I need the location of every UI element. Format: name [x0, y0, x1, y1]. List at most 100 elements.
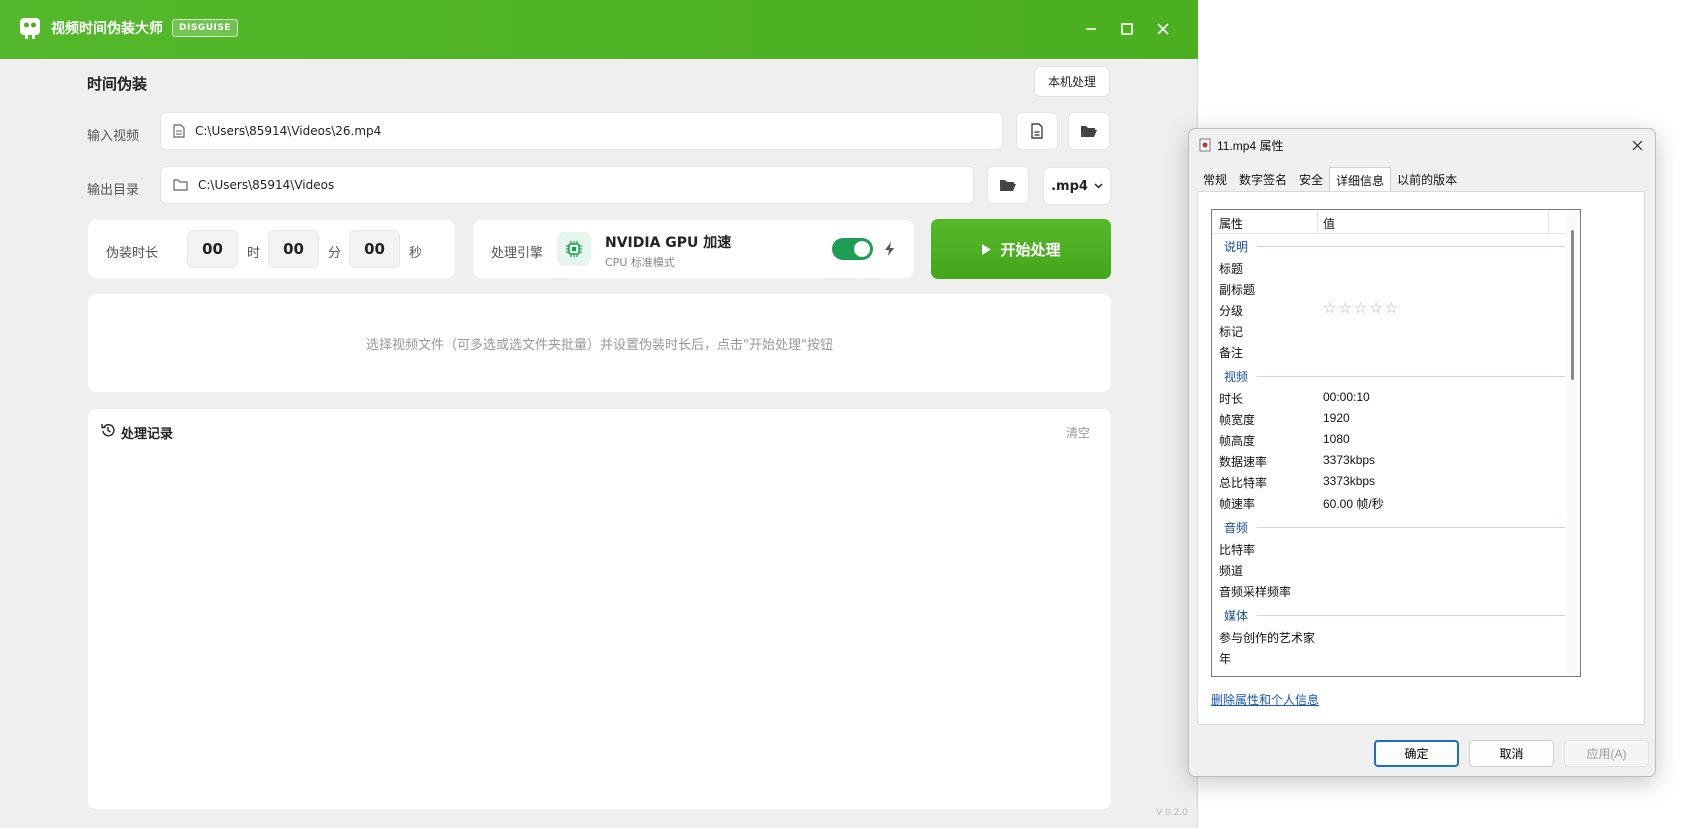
disguise-badge: DISGUISE	[172, 19, 238, 37]
apply-button[interactable]: 应用(A)	[1564, 740, 1649, 767]
tab-general[interactable]: 常规	[1197, 167, 1233, 191]
col-divider	[1548, 210, 1549, 234]
prop-name: 比特率	[1219, 543, 1256, 557]
version-label: V 0.2.0	[1156, 808, 1188, 818]
prop-name: 帧速率	[1219, 497, 1256, 511]
engine-name: NVIDIA GPU 加速	[605, 235, 732, 251]
prop-name: 频道	[1219, 564, 1244, 578]
col-divider	[1317, 210, 1318, 234]
maximize-icon	[1121, 23, 1133, 35]
group-line	[1257, 615, 1565, 616]
prop-value: 3373kbps	[1323, 474, 1376, 488]
group-video: 视频	[1224, 370, 1249, 384]
select-output-folder-button[interactable]	[987, 166, 1029, 204]
input-video-field[interactable]: C:\Users\85914\Videos\26.mp4	[160, 112, 1003, 150]
prop-name: 标题	[1219, 262, 1244, 276]
prop-value: 1080	[1323, 432, 1350, 446]
dialog-close-button[interactable]	[1627, 135, 1647, 155]
property-grid[interactable]: 属性 值 说明 标题 副标题 分级 ☆☆☆☆☆ 标记 备注 视频 时长 00:0…	[1211, 209, 1581, 677]
app-logo-icon	[20, 18, 40, 39]
title-bar[interactable]: 视频时间伪装大师 DISGUISE	[0, 0, 1198, 59]
format-select[interactable]: .mp4	[1043, 167, 1111, 205]
clear-history-button[interactable]: 清空	[1066, 424, 1090, 441]
minutes-unit: 分	[328, 246, 342, 261]
hint-text: 选择视频文件（可多选或选文件夹批量）并设置伪装时长后，点击"开始处理"按钮	[366, 337, 833, 353]
prop-value: 1920	[1323, 411, 1350, 425]
folder-open-icon	[1081, 126, 1097, 137]
group-audio: 音频	[1224, 521, 1249, 535]
prop-name: 标记	[1219, 325, 1244, 339]
tab-digital-signature[interactable]: 数字签名	[1233, 167, 1293, 191]
play-icon	[982, 243, 992, 255]
history-panel	[88, 409, 1111, 809]
prop-name: 数据速率	[1219, 455, 1268, 469]
start-process-label: 开始处理	[1000, 240, 1061, 259]
group-line	[1257, 246, 1565, 247]
cancel-button[interactable]: 取消	[1469, 740, 1554, 767]
output-dir-path: C:\Users\85914\Videos	[198, 178, 335, 192]
prop-name: 年	[1219, 652, 1232, 666]
col-value[interactable]: 值	[1323, 215, 1335, 232]
prop-name: 帧高度	[1219, 434, 1256, 448]
prop-name: 帧宽度	[1219, 413, 1256, 427]
history-title: 处理记录	[121, 427, 174, 442]
minutes-input[interactable]: 00	[268, 230, 319, 268]
tab-security[interactable]: 安全	[1293, 167, 1329, 191]
maximize-button[interactable]	[1112, 14, 1142, 44]
prop-name: 参与创作的艺术家	[1219, 631, 1316, 645]
file-icon	[173, 124, 185, 138]
dialog-title: 11.mp4 属性	[1217, 139, 1284, 153]
prop-value: 60.00 帧/秒	[1323, 497, 1384, 511]
main-window: 视频时间伪装大师 DISGUISE 时间伪装 本机处理 输入视频 C:\User…	[0, 0, 1198, 828]
chip-icon	[566, 241, 582, 257]
engine-label: 处理引擎	[491, 246, 544, 261]
scroll-thumb[interactable]	[1571, 230, 1574, 380]
grid-scrollbar[interactable]	[1566, 210, 1580, 676]
rating-stars[interactable]: ☆☆☆☆☆	[1323, 299, 1400, 317]
seconds-input[interactable]: 00	[349, 230, 400, 268]
prop-name: 副标题	[1219, 283, 1256, 297]
bolt-icon	[885, 242, 894, 256]
input-video-label: 输入视频	[87, 129, 140, 144]
close-button[interactable]	[1148, 14, 1178, 44]
prop-name: 总比特率	[1219, 476, 1268, 490]
tab-previous-versions[interactable]: 以前的版本	[1391, 167, 1463, 191]
select-folder-button[interactable]	[1068, 112, 1110, 150]
minimize-button[interactable]	[1076, 14, 1106, 44]
group-description: 说明	[1224, 240, 1249, 254]
chevron-down-icon	[1094, 183, 1103, 189]
prop-value: 00:00:10	[1323, 390, 1370, 404]
local-process-button[interactable]: 本机处理	[1034, 66, 1110, 97]
col-property[interactable]: 属性	[1219, 215, 1243, 232]
history-icon	[101, 424, 115, 437]
prop-value: 3373kbps	[1323, 453, 1376, 467]
folder-open-icon	[1000, 180, 1016, 191]
tab-details[interactable]: 详细信息	[1329, 167, 1392, 191]
prop-name: 时长	[1219, 392, 1244, 406]
video-file-icon	[1199, 138, 1211, 152]
group-line	[1257, 527, 1565, 528]
toggle-knob	[854, 241, 870, 257]
output-dir-label: 输出目录	[87, 183, 140, 198]
prop-name: 音频采样频率	[1219, 585, 1292, 599]
close-icon	[1157, 23, 1169, 35]
format-value: .mp4	[1051, 178, 1088, 194]
minimize-icon	[1086, 28, 1096, 30]
dialog-tabs: 常规 数字签名 安全 详细信息 以前的版本	[1197, 167, 1463, 191]
prop-name: 分级	[1219, 304, 1244, 318]
start-process-button[interactable]: 开始处理	[931, 219, 1111, 279]
app-title: 视频时间伪装大师	[51, 21, 163, 37]
output-dir-field[interactable]: C:\Users\85914\Videos	[160, 166, 974, 204]
select-file-button[interactable]	[1016, 112, 1058, 150]
gpu-toggle[interactable]	[832, 238, 873, 260]
hours-input[interactable]: 00	[187, 230, 238, 268]
group-line	[1257, 376, 1565, 377]
properties-dialog: 11.mp4 属性 常规 数字签名 安全 详细信息 以前的版本 属性 值 说明 …	[1188, 128, 1656, 777]
chip-icon-box	[557, 232, 591, 266]
file-add-icon	[1031, 123, 1043, 139]
ok-button[interactable]: 确定	[1374, 740, 1459, 767]
hours-unit: 时	[247, 246, 261, 261]
close-icon	[1632, 140, 1642, 150]
remove-properties-link[interactable]: 删除属性和个人信息	[1211, 691, 1319, 708]
group-media: 媒体	[1224, 609, 1249, 623]
